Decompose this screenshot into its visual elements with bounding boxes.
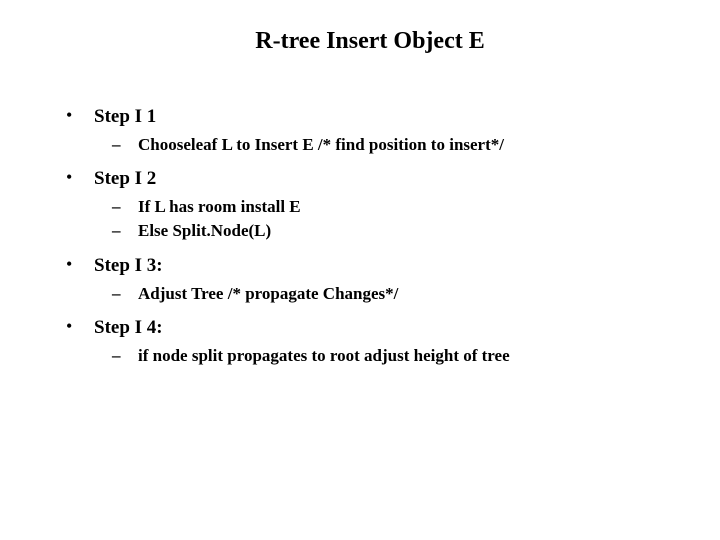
- step-label: Step I 3:: [94, 255, 163, 276]
- substep-item: – Else Split.Node(L): [108, 219, 680, 244]
- substep-list: – Adjust Tree /* propagate Changes*/: [94, 282, 680, 307]
- step-label: Step I 1: [94, 106, 156, 127]
- step-label: Step I 2: [94, 168, 156, 189]
- substep-text: If L has room install E: [138, 197, 301, 216]
- substep-item: – Chooseleaf L to Insert E /* find posit…: [108, 133, 680, 158]
- dash-icon: –: [112, 282, 121, 307]
- step-item: • Step I 3: – Adjust Tree /* propagate C…: [60, 252, 680, 306]
- bullet-icon: •: [66, 106, 72, 124]
- dash-icon: –: [112, 195, 121, 220]
- substep-item: – If L has room install E: [108, 195, 680, 220]
- bullet-icon: •: [66, 168, 72, 186]
- substep-text: Else Split.Node(L): [138, 221, 271, 240]
- step-list: • Step I 1 – Chooseleaf L to Insert E /*…: [60, 103, 680, 368]
- dash-icon: –: [112, 219, 121, 244]
- substep-text: if node split propagates to root adjust …: [138, 346, 510, 365]
- substep-text: Chooseleaf L to Insert E /* find positio…: [138, 135, 504, 154]
- slide-title: R-tree Insert Object E: [60, 28, 680, 55]
- dash-icon: –: [112, 344, 121, 369]
- step-item: • Step I 1 – Chooseleaf L to Insert E /*…: [60, 103, 680, 157]
- substep-list: – If L has room install E – Else Split.N…: [94, 195, 680, 244]
- slide: R-tree Insert Object E • Step I 1 – Choo…: [0, 0, 720, 540]
- substep-text: Adjust Tree /* propagate Changes*/: [138, 284, 398, 303]
- bullet-icon: •: [66, 317, 72, 335]
- substep-item: – Adjust Tree /* propagate Changes*/: [108, 282, 680, 307]
- substep-list: – if node split propagates to root adjus…: [94, 344, 680, 369]
- bullet-icon: •: [66, 255, 72, 273]
- step-item: • Step I 2 – If L has room install E – E…: [60, 165, 680, 244]
- substep-item: – if node split propagates to root adjus…: [108, 344, 680, 369]
- step-label: Step I 4:: [94, 317, 163, 338]
- dash-icon: –: [112, 133, 121, 158]
- substep-list: – Chooseleaf L to Insert E /* find posit…: [94, 133, 680, 158]
- step-item: • Step I 4: – if node split propagates t…: [60, 314, 680, 368]
